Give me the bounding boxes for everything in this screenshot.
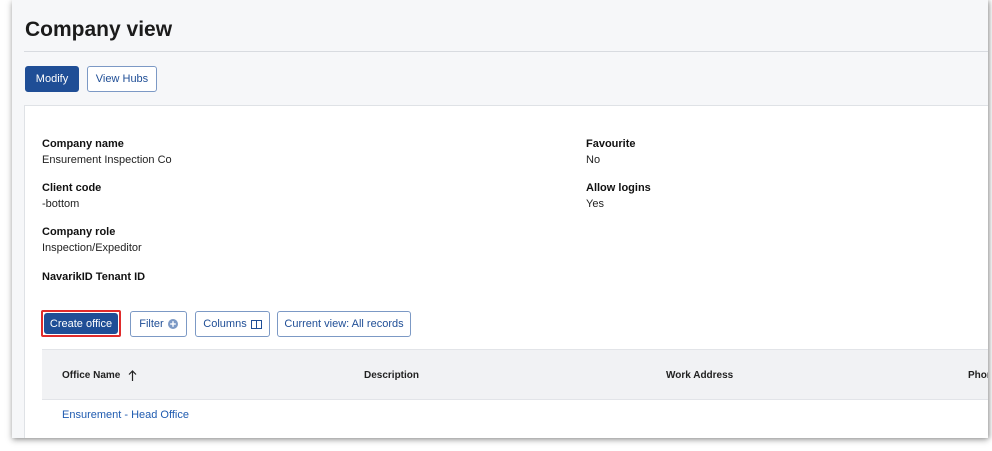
page-title: Company view xyxy=(25,18,173,41)
columns-button-label: Columns xyxy=(203,318,247,330)
client-code-label: Client code xyxy=(42,182,102,194)
filter-button[interactable]: Filter xyxy=(130,311,187,337)
column-header-office-name[interactable]: Office Name xyxy=(62,370,137,381)
plus-circle-icon xyxy=(167,319,178,329)
company-role-value: Inspection/Expeditor xyxy=(42,242,142,254)
columns-button[interactable]: Columns xyxy=(195,311,270,337)
column-header-work-address[interactable]: Work Address xyxy=(666,370,733,381)
company-name-label: Company name xyxy=(42,138,124,150)
favourite-value: No xyxy=(586,154,601,166)
modify-button[interactable]: Modify xyxy=(25,66,79,92)
office-name-link[interactable]: Ensurement - Head Office xyxy=(62,409,189,421)
column-header-description[interactable]: Description xyxy=(364,370,419,381)
company-name-value: Ensurement Inspection Co xyxy=(42,154,172,166)
create-office-button[interactable]: Create office xyxy=(44,313,118,334)
client-code-value: -bottom xyxy=(42,198,80,210)
tenant-id-label: NavarikID Tenant ID xyxy=(42,271,146,283)
allow-logins-value: Yes xyxy=(586,198,604,210)
app-window: Company view Modify View Hubs Company na… xyxy=(12,0,988,438)
filter-button-label: Filter xyxy=(139,318,164,330)
current-view-button[interactable]: Current view: All records xyxy=(277,311,411,337)
title-divider xyxy=(24,51,988,52)
favourite-label: Favourite xyxy=(586,138,636,150)
office-name-header-label: Office Name xyxy=(62,370,121,381)
offices-table-header: Office Name Description Work Address Pho… xyxy=(42,349,988,400)
columns-icon xyxy=(250,319,262,329)
view-hubs-button[interactable]: View Hubs xyxy=(87,66,157,92)
column-header-phone[interactable]: Phon xyxy=(968,370,988,381)
sort-ascending-arrow-icon[interactable] xyxy=(128,370,137,381)
company-role-label: Company role xyxy=(42,226,116,238)
allow-logins-label: Allow logins xyxy=(586,182,651,194)
